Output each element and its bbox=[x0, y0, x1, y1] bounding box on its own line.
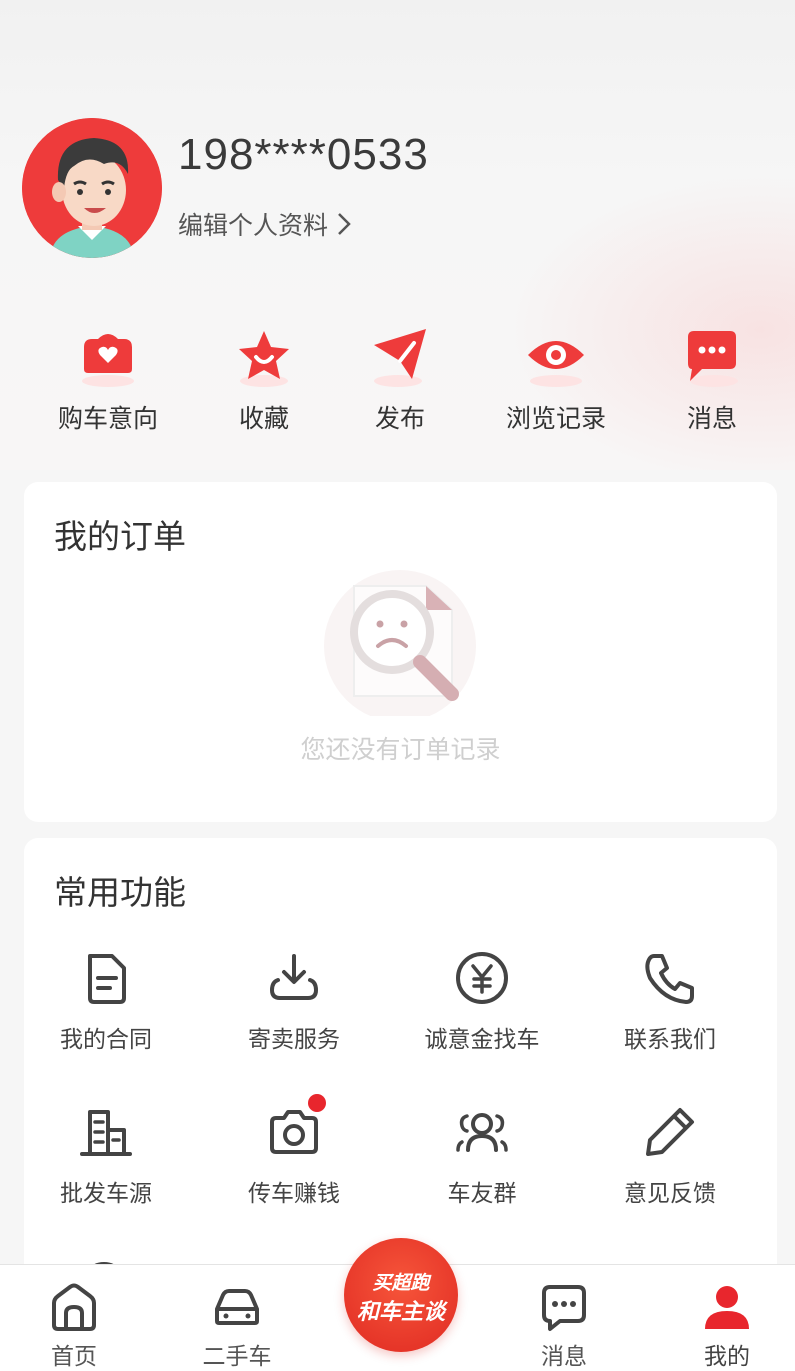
quick-label: 发布 bbox=[374, 404, 425, 433]
func-label: 联系我们 bbox=[624, 1027, 716, 1053]
quick-label: 收藏 bbox=[238, 404, 289, 433]
center-promo-button[interactable]: 买超跑 和车主谈 bbox=[344, 1238, 458, 1352]
star-icon bbox=[239, 331, 289, 387]
send-icon bbox=[374, 329, 426, 387]
nav-label: 消息 bbox=[541, 1344, 587, 1370]
func-label: 批发车源 bbox=[60, 1181, 152, 1207]
eye-icon bbox=[528, 341, 584, 387]
edit-profile-label: 编辑个人资料 bbox=[178, 211, 329, 240]
func-car-club[interactable]: 车友群 bbox=[388, 1102, 576, 1208]
home-icon bbox=[52, 1283, 96, 1331]
yuan-coin-icon bbox=[452, 948, 512, 1008]
func-upload-car-earn[interactable]: 传车赚钱 bbox=[200, 1094, 388, 1208]
func-wholesale[interactable]: 批发车源 bbox=[12, 1102, 200, 1208]
orders-card: 我的订单 您还没有订单记录 bbox=[24, 482, 777, 822]
chevron-right-icon bbox=[338, 213, 351, 235]
func-label: 诚意金找车 bbox=[424, 1027, 540, 1053]
pencil-icon bbox=[640, 1102, 700, 1162]
nav-messages[interactable]: 消息 bbox=[504, 1265, 624, 1371]
orders-title: 我的订单 bbox=[54, 517, 186, 556]
nav-home[interactable]: 首页 bbox=[14, 1265, 134, 1371]
message-icon bbox=[542, 1285, 586, 1331]
user-icon bbox=[705, 1286, 749, 1329]
func-label: 寄卖服务 bbox=[248, 1027, 340, 1053]
heart-car-icon bbox=[82, 334, 134, 387]
user-phone: 198****0533 bbox=[178, 130, 429, 179]
func-feedback[interactable]: 意见反馈 bbox=[576, 1102, 764, 1208]
func-label: 车友群 bbox=[447, 1181, 517, 1207]
quick-purchase-intent[interactable]: 购车意向 bbox=[38, 325, 178, 435]
nav-used-car[interactable]: 二手车 bbox=[177, 1265, 297, 1371]
avatar-cartoon-icon bbox=[22, 118, 162, 258]
quick-label: 浏览记录 bbox=[505, 404, 606, 433]
quick-label: 购车意向 bbox=[57, 404, 158, 433]
func-contact-us[interactable]: 联系我们 bbox=[576, 948, 764, 1054]
nav-label: 我的 bbox=[704, 1344, 750, 1370]
nav-label: 首页 bbox=[51, 1344, 97, 1370]
empty-orders-icon bbox=[324, 570, 476, 716]
func-consignment[interactable]: 寄卖服务 bbox=[200, 948, 388, 1054]
edit-profile-link[interactable]: 编辑个人资料 bbox=[178, 206, 352, 242]
quick-favorites[interactable]: 收藏 bbox=[194, 325, 334, 435]
document-icon bbox=[76, 948, 136, 1008]
download-tray-icon bbox=[264, 948, 324, 1008]
camera-icon bbox=[264, 1094, 326, 1162]
functions-title: 常用功能 bbox=[54, 873, 186, 912]
func-label: 我的合同 bbox=[60, 1027, 152, 1053]
quick-actions: 购车意向 收藏 发布 浏览记录 消息 bbox=[0, 325, 795, 445]
phone-icon bbox=[640, 948, 700, 1008]
quick-publish[interactable]: 发布 bbox=[330, 325, 470, 435]
notification-dot bbox=[308, 1094, 326, 1112]
func-label: 意见反馈 bbox=[624, 1181, 716, 1207]
nav-label: 二手车 bbox=[202, 1344, 272, 1370]
functions-card: 常用功能 我的合同 寄卖服务 诚意金找车 联系我们 批发车源 传车赚钱 车友群 … bbox=[24, 838, 777, 1278]
func-label: 传车赚钱 bbox=[248, 1181, 340, 1207]
car-icon bbox=[215, 1289, 259, 1325]
func-my-contract[interactable]: 我的合同 bbox=[12, 948, 200, 1054]
quick-label: 消息 bbox=[686, 404, 737, 433]
empty-orders-text: 您还没有订单记录 bbox=[300, 735, 501, 764]
func-deposit-find-car[interactable]: 诚意金找车 bbox=[388, 948, 576, 1054]
chat-bubble-icon bbox=[688, 331, 738, 387]
group-icon bbox=[452, 1102, 512, 1162]
buildings-icon bbox=[76, 1102, 136, 1162]
quick-messages[interactable]: 消息 bbox=[642, 325, 782, 435]
quick-browse-history[interactable]: 浏览记录 bbox=[486, 325, 626, 435]
avatar[interactable] bbox=[22, 118, 162, 258]
center-promo-line1: 买超跑 bbox=[372, 1272, 430, 1294]
center-promo-line2: 和车主谈 bbox=[356, 1299, 445, 1325]
nav-mine[interactable]: 我的 bbox=[667, 1265, 787, 1371]
